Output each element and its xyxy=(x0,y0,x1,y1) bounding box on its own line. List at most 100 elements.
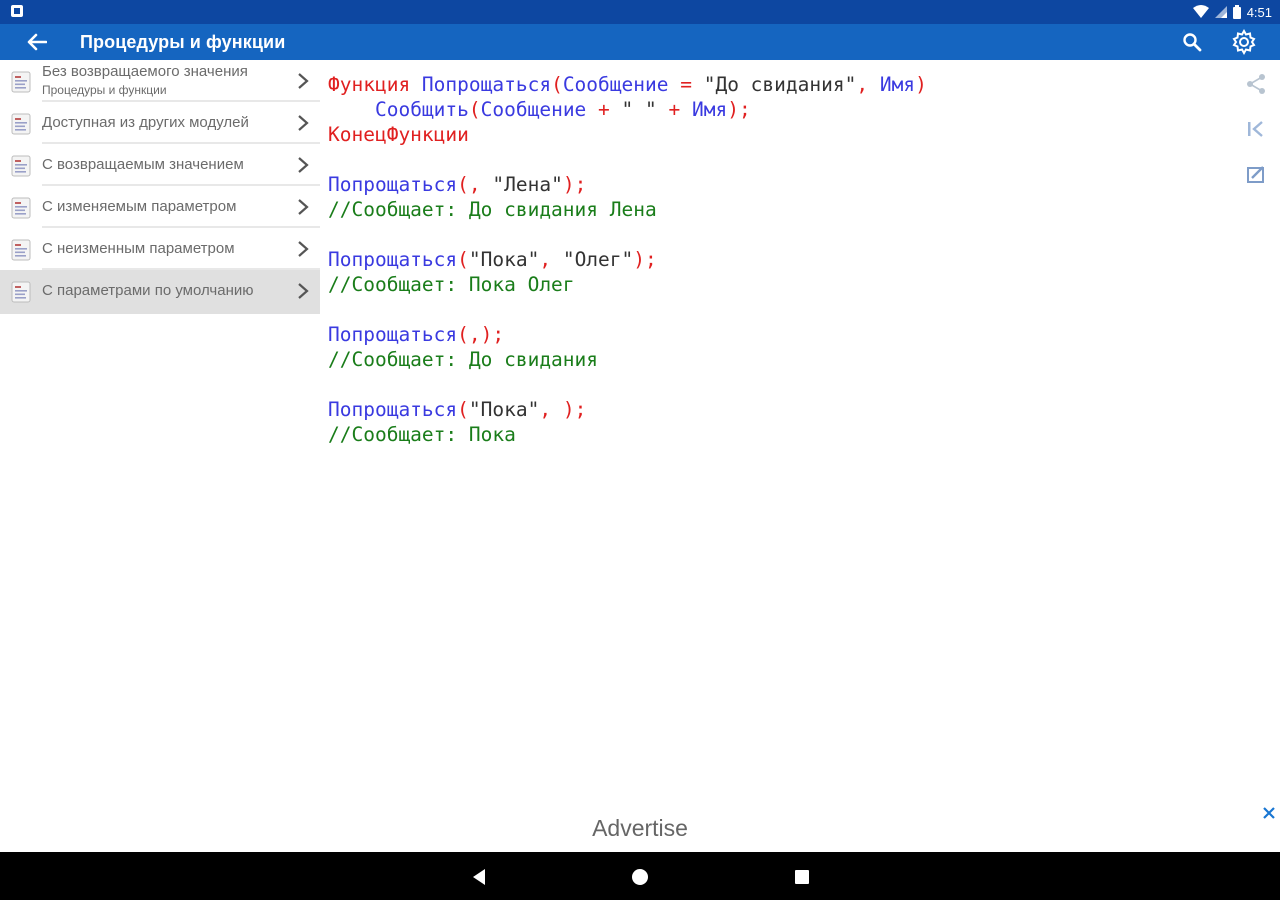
share-button[interactable] xyxy=(1240,70,1272,98)
triangle-back-icon xyxy=(473,869,485,885)
wifi-icon xyxy=(1192,5,1209,19)
arrow-left-icon xyxy=(27,33,47,51)
code-token: + xyxy=(586,98,622,121)
code-token: Сообщение xyxy=(562,73,669,96)
code-token: (, xyxy=(457,173,493,196)
battery-icon xyxy=(1232,5,1241,19)
code-token: Попрощаться xyxy=(421,73,552,96)
code-token: Попрощаться xyxy=(328,323,458,346)
list-item-mutable-parameter[interactable]: С изменяемым параметром xyxy=(0,186,320,228)
code-line: //Сообщает: До свидания xyxy=(328,347,927,372)
app-root: 4:51 Процедуры и функции Без возвращаемо… xyxy=(0,0,1280,900)
code-line: Попрощаться("Пока", "Олег"); xyxy=(328,247,927,272)
square-recents-icon xyxy=(795,870,809,884)
list-item-without-return-value[interactable]: Без возвращаемого значения Процедуры и ф… xyxy=(0,60,320,102)
edit-button[interactable] xyxy=(1240,160,1272,188)
advertise-banner[interactable]: Advertise xyxy=(0,815,1280,842)
code-token: КонецФункции xyxy=(328,123,469,146)
code-line: Попрощаться("Пока", ); xyxy=(328,397,927,422)
list-item-label: Без возвращаемого значения xyxy=(42,63,248,80)
list-item-accessible-from-modules[interactable]: Доступная из других модулей xyxy=(0,102,320,144)
code-line: //Сообщает: До свидания Лена xyxy=(328,197,927,222)
chevron-right-icon xyxy=(296,198,312,216)
list-item-label: С изменяемым параметром xyxy=(42,198,237,215)
back-button[interactable] xyxy=(22,28,52,56)
list-item-immutable-parameter[interactable]: С неизменным параметром xyxy=(0,228,320,270)
code-token: //Сообщает: До свидания Лена xyxy=(328,198,657,221)
code-line: //Сообщает: Пока xyxy=(328,422,927,447)
app-bar: Процедуры и функции xyxy=(0,24,1280,60)
list-item-with-return-value[interactable]: С возвращаемым значением xyxy=(0,144,320,186)
status-bar: 4:51 xyxy=(0,0,1280,24)
chevron-right-icon xyxy=(296,240,312,258)
status-icons: 4:51 xyxy=(1192,3,1272,21)
list-item-label: С параметрами по умолчанию xyxy=(42,282,254,299)
nav-home-button[interactable] xyxy=(627,864,653,890)
document-icon xyxy=(11,113,31,135)
clock: 4:51 xyxy=(1246,4,1272,20)
document-icon xyxy=(11,71,31,93)
code-token: " " xyxy=(621,98,657,121)
code-line: КонецФункции xyxy=(328,122,927,147)
code-line: //Сообщает: Пока Олег xyxy=(328,272,927,297)
code-token: ); xyxy=(727,98,751,121)
code-token: (,); xyxy=(457,323,505,346)
code-token: "Пока" xyxy=(468,248,540,271)
code-token: Попрощаться xyxy=(328,398,458,421)
code-token: ) xyxy=(915,73,927,96)
code-token: Имя xyxy=(879,73,916,96)
code-view: Функция Попрощаться(Сообщение = "До свид… xyxy=(328,72,927,447)
code-token: ( xyxy=(457,248,469,271)
code-token: , xyxy=(539,248,563,271)
code-token: Попрощаться xyxy=(328,173,458,196)
list-item-label: Доступная из других модулей xyxy=(42,114,249,131)
nav-back-button[interactable] xyxy=(466,864,492,890)
code-token: Попрощаться xyxy=(328,248,458,271)
code-line: Функция Попрощаться(Сообщение = "До свид… xyxy=(328,72,927,97)
share-icon xyxy=(1247,74,1265,94)
gear-icon xyxy=(1232,29,1256,55)
code-token: ( xyxy=(551,73,563,96)
chevron-right-icon xyxy=(296,156,312,174)
code-token: //Сообщает: До свидания xyxy=(328,348,599,371)
code-token: "Олег" xyxy=(562,248,634,271)
code-token: Сообщить xyxy=(374,98,469,121)
chevron-right-icon xyxy=(296,72,312,90)
code-line: Попрощаться(,); xyxy=(328,322,927,347)
list-item-default-parameters[interactable]: С параметрами по умолчанию xyxy=(0,270,320,314)
document-icon xyxy=(11,197,31,219)
notification-icon xyxy=(10,4,26,20)
code-token: , ); xyxy=(539,398,587,421)
edit-icon xyxy=(1247,166,1264,183)
document-icon xyxy=(11,155,31,177)
ad-close-button[interactable] xyxy=(1258,802,1280,824)
nav-recents-button[interactable] xyxy=(789,864,815,890)
chevron-right-icon xyxy=(296,282,312,300)
signal-icon xyxy=(1214,5,1227,19)
document-icon xyxy=(11,239,31,261)
code-token: Функция xyxy=(328,73,422,96)
code-token: ( xyxy=(457,398,469,421)
settings-button[interactable] xyxy=(1228,27,1260,57)
code-token: Сообщение xyxy=(480,98,587,121)
code-token: "Пока" xyxy=(468,398,540,421)
page-title: Процедуры и функции xyxy=(80,32,286,52)
list-item-label: С неизменным параметром xyxy=(42,240,235,257)
code-token: Имя xyxy=(692,98,728,121)
code-token: "До свидания" xyxy=(703,73,857,96)
code-token: + xyxy=(656,98,693,121)
first-page-icon xyxy=(1248,121,1263,137)
list-item-label: С возвращаемым значением xyxy=(42,156,244,173)
system-navigation-bar xyxy=(0,852,1280,900)
circle-home-icon xyxy=(632,869,648,885)
first-page-button[interactable] xyxy=(1240,115,1272,143)
search-icon xyxy=(1183,33,1202,52)
topic-list: Без возвращаемого значения Процедуры и ф… xyxy=(0,60,320,314)
chevron-right-icon xyxy=(296,114,312,132)
search-button[interactable] xyxy=(1178,29,1206,55)
code-token: = xyxy=(668,73,704,96)
